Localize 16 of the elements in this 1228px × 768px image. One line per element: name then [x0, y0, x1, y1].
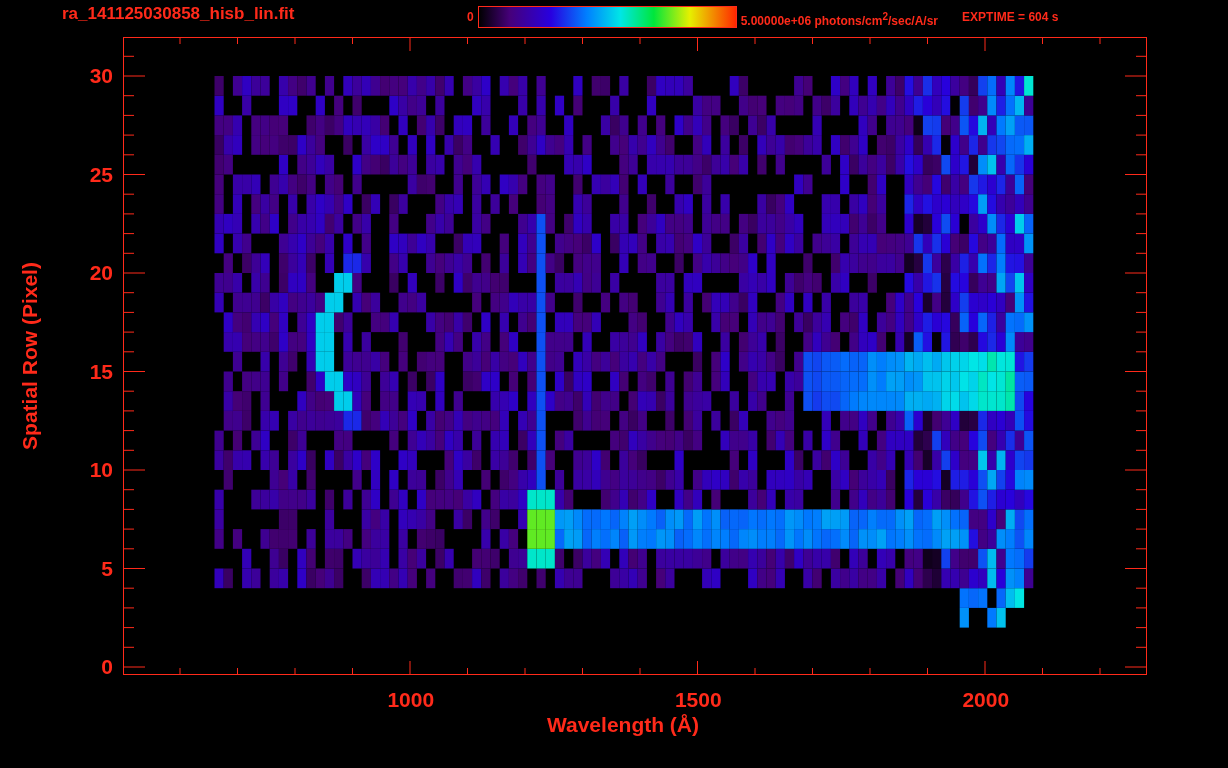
- x-tick-label: 2000: [962, 688, 1010, 712]
- x-tick-label: 1000: [387, 688, 435, 712]
- x-axis-label: Wavelength (Å): [546, 713, 700, 737]
- colorbar-min-label: 0: [467, 9, 474, 26]
- y-axis-label: Spatial Row (Pixel): [18, 262, 42, 450]
- x-tick-label: 1500: [674, 688, 722, 712]
- file-title: ra_141125030858_hisb_lin.fit: [62, 4, 296, 24]
- y-tick-label: 10: [89, 458, 113, 483]
- y-tick-label: 0: [101, 655, 113, 680]
- y-tick-label: 25: [89, 162, 113, 187]
- colorbar-max-label: 5.00000e+06 photons/cm$^{2}$/sec/A/sr: [740, 10, 939, 30]
- y-tick-label: 15: [89, 359, 113, 384]
- exposure-time: EXPTIME = 604 s: [962, 9, 1059, 26]
- y-tick-label: 5: [101, 556, 113, 581]
- y-tick-label: 30: [89, 64, 113, 89]
- y-tick-label: 20: [89, 261, 113, 286]
